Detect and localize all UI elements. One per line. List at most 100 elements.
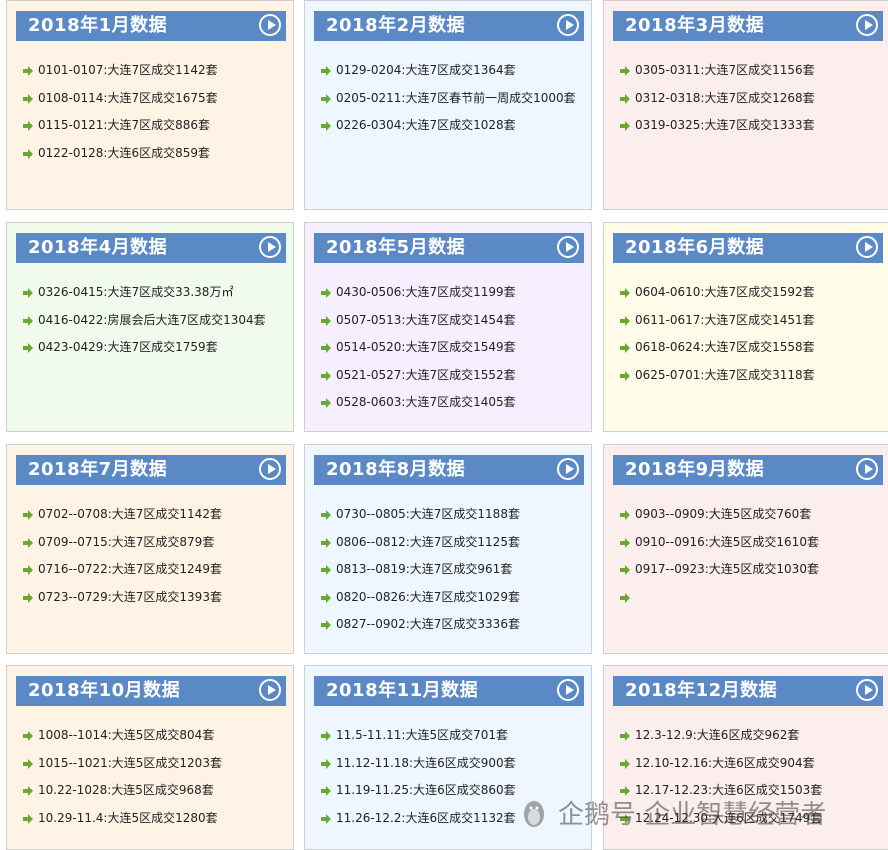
list-item-link[interactable]: 0702--0708:大连7区成交1142套 (38, 507, 222, 521)
list-item[interactable]: 0326-0415:大连7区成交33.38万㎡ (23, 279, 289, 307)
play-icon[interactable] (259, 14, 281, 36)
list-item-link[interactable]: 0319-0325:大连7区成交1333套 (635, 118, 815, 132)
list-item[interactable]: 0129-0204:大连7区成交1364套 (321, 57, 587, 85)
list-item[interactable]: 0305-0311:大连7区成交1156套 (620, 57, 886, 85)
list-item[interactable]: 0716--0722:大连7区成交1249套 (23, 556, 289, 584)
list-item-link[interactable]: 0528-0603:大连7区成交1405套 (336, 395, 516, 409)
list-item-link[interactable]: 1008--1014:大连5区成交804套 (38, 728, 214, 742)
list-item-link[interactable]: 0108-0114:大连7区成交1675套 (38, 91, 218, 105)
list-item[interactable]: 1008--1014:大连5区成交804套 (23, 722, 289, 750)
month-card-header[interactable]: 2018年7月数据 (16, 455, 286, 485)
play-icon[interactable] (259, 679, 281, 701)
list-item[interactable]: 0618-0624:大连7区成交1558套 (620, 334, 886, 362)
list-item[interactable]: 0820--0826:大连7区成交1029套 (321, 584, 587, 612)
list-item[interactable]: 0903--0909:大连5区成交760套 (620, 501, 886, 529)
list-item[interactable]: 11.5-11.11:大连5区成交701套 (321, 722, 587, 750)
list-item-link[interactable]: 0730--0805:大连7区成交1188套 (336, 507, 520, 521)
month-card-header[interactable]: 2018年12月数据 (613, 676, 883, 706)
list-item[interactable]: 0205-0211:大连7区春节前一周成交1000套 (321, 85, 587, 113)
list-item-link[interactable]: 0101-0107:大连7区成交1142套 (38, 63, 218, 77)
list-item-link[interactable]: 11.26-12.2:大连6区成交1132套 (336, 811, 516, 825)
list-item[interactable]: 0625-0701:大连7区成交3118套 (620, 362, 886, 390)
list-item[interactable]: 0917--0923:大连5区成交1030套 (620, 556, 886, 584)
list-item-link[interactable]: 0625-0701:大连7区成交3118套 (635, 368, 815, 382)
list-item-link[interactable]: 0305-0311:大连7区成交1156套 (635, 63, 815, 77)
list-item-link[interactable]: 0226-0304:大连7区成交1028套 (336, 118, 516, 132)
list-item-link[interactable]: 0604-0610:大连7区成交1592套 (635, 285, 815, 299)
play-icon[interactable] (557, 236, 579, 258)
list-item-link[interactable]: 11.12-11.18:大连6区成交900套 (336, 756, 516, 770)
list-item-link[interactable]: 0205-0211:大连7区春节前一周成交1000套 (336, 91, 576, 105)
list-item-link[interactable]: 0723--0729:大连7区成交1393套 (38, 590, 222, 604)
list-item[interactable]: 1015--1021:大连5区成交1203套 (23, 750, 289, 778)
list-item-link[interactable]: 0813--0819:大连7区成交961套 (336, 562, 512, 576)
list-item-link[interactable]: 11.5-11.11:大连5区成交701套 (336, 728, 508, 742)
list-item[interactable]: 0312-0318:大连7区成交1268套 (620, 85, 886, 113)
month-card-header[interactable]: 2018年9月数据 (613, 455, 883, 485)
list-item[interactable]: 0730--0805:大连7区成交1188套 (321, 501, 587, 529)
list-item-link[interactable]: 12.10-12.16:大连6区成交904套 (635, 756, 815, 770)
month-card-header[interactable]: 2018年5月数据 (314, 233, 584, 263)
list-item[interactable]: 0611-0617:大连7区成交1451套 (620, 307, 886, 335)
list-item-link[interactable]: 0430-0506:大连7区成交1199套 (336, 285, 516, 299)
list-item-link[interactable]: 0122-0128:大连6区成交859套 (38, 146, 210, 160)
list-item[interactable]: 0521-0527:大连7区成交1552套 (321, 362, 587, 390)
list-item-link[interactable]: 1015--1021:大连5区成交1203套 (38, 756, 222, 770)
list-item[interactable]: 0528-0603:大连7区成交1405套 (321, 389, 587, 417)
list-item[interactable]: 0813--0819:大连7区成交961套 (321, 556, 587, 584)
list-item-link[interactable]: 0507-0513:大连7区成交1454套 (336, 313, 516, 327)
list-item-link[interactable]: 0910--0916:大连5区成交1610套 (635, 535, 819, 549)
list-item[interactable]: 0806--0812:大连7区成交1125套 (321, 529, 587, 557)
list-item-link[interactable]: 0917--0923:大连5区成交1030套 (635, 562, 819, 576)
list-item-link[interactable]: 0423-0429:大连7区成交1759套 (38, 340, 218, 354)
list-item[interactable]: 0702--0708:大连7区成交1142套 (23, 501, 289, 529)
list-item[interactable]: 0226-0304:大连7区成交1028套 (321, 112, 587, 140)
list-item[interactable]: 11.12-11.18:大连6区成交900套 (321, 750, 587, 778)
list-item-link[interactable]: 0611-0617:大连7区成交1451套 (635, 313, 815, 327)
list-item[interactable]: 0709--0715:大连7区成交879套 (23, 529, 289, 557)
list-item[interactable]: 10.29-11.4:大连5区成交1280套 (23, 805, 289, 833)
list-item-link[interactable]: 0903--0909:大连5区成交760套 (635, 507, 811, 521)
list-item[interactable]: 0416-0422:房展会后大连7区成交1304套 (23, 307, 289, 335)
list-item[interactable]: 0423-0429:大连7区成交1759套 (23, 334, 289, 362)
list-item[interactable]: 0115-0121:大连7区成交886套 (23, 112, 289, 140)
month-card-header[interactable]: 2018年10月数据 (16, 676, 286, 706)
list-item[interactable]: 0827--0902:大连7区成交3336套 (321, 611, 587, 639)
list-item-link[interactable]: 0618-0624:大连7区成交1558套 (635, 340, 815, 354)
list-item[interactable]: 0319-0325:大连7区成交1333套 (620, 112, 886, 140)
list-item-link[interactable]: 0709--0715:大连7区成交879套 (38, 535, 214, 549)
list-item[interactable]: 0122-0128:大连6区成交859套 (23, 140, 289, 168)
list-item[interactable]: 12.10-12.16:大连6区成交904套 (620, 750, 886, 778)
list-item-link[interactable]: 10.29-11.4:大连5区成交1280套 (38, 811, 218, 825)
list-item[interactable]: 0507-0513:大连7区成交1454套 (321, 307, 587, 335)
play-icon[interactable] (856, 458, 878, 480)
list-item-link[interactable]: 10.22-1028:大连5区成交968套 (38, 783, 214, 797)
list-item-link[interactable]: 0326-0415:大连7区成交33.38万㎡ (38, 285, 233, 299)
list-item-link[interactable]: 0514-0520:大连7区成交1549套 (336, 340, 516, 354)
play-icon[interactable] (557, 458, 579, 480)
list-item-link[interactable]: 0827--0902:大连7区成交3336套 (336, 617, 520, 631)
play-icon[interactable] (557, 679, 579, 701)
list-item-link[interactable]: 12.3-12.9:大连6区成交962套 (635, 728, 799, 742)
list-item-link[interactable]: 0820--0826:大连7区成交1029套 (336, 590, 520, 604)
month-card-header[interactable]: 2018年3月数据 (613, 11, 883, 41)
list-item-link[interactable]: 0716--0722:大连7区成交1249套 (38, 562, 222, 576)
list-item[interactable]: 0101-0107:大连7区成交1142套 (23, 57, 289, 85)
list-item-link[interactable]: 0129-0204:大连7区成交1364套 (336, 63, 516, 77)
list-item-link[interactable]: 0115-0121:大连7区成交886套 (38, 118, 210, 132)
play-icon[interactable] (856, 14, 878, 36)
list-item-link[interactable]: 0521-0527:大连7区成交1552套 (336, 368, 516, 382)
list-item[interactable]: 12.3-12.9:大连6区成交962套 (620, 722, 886, 750)
play-icon[interactable] (259, 458, 281, 480)
list-item-link[interactable]: 0416-0422:房展会后大连7区成交1304套 (38, 313, 266, 327)
list-item[interactable]: 0430-0506:大连7区成交1199套 (321, 279, 587, 307)
month-card-header[interactable]: 2018年2月数据 (314, 11, 584, 41)
play-icon[interactable] (856, 679, 878, 701)
list-item-link[interactable]: 11.19-11.25:大连6区成交860套 (336, 783, 516, 797)
play-icon[interactable] (259, 236, 281, 258)
list-item[interactable]: 0514-0520:大连7区成交1549套 (321, 334, 587, 362)
list-item[interactable] (620, 584, 886, 612)
month-card-header[interactable]: 2018年4月数据 (16, 233, 286, 263)
list-item[interactable]: 0604-0610:大连7区成交1592套 (620, 279, 886, 307)
list-item[interactable]: 10.22-1028:大连5区成交968套 (23, 777, 289, 805)
